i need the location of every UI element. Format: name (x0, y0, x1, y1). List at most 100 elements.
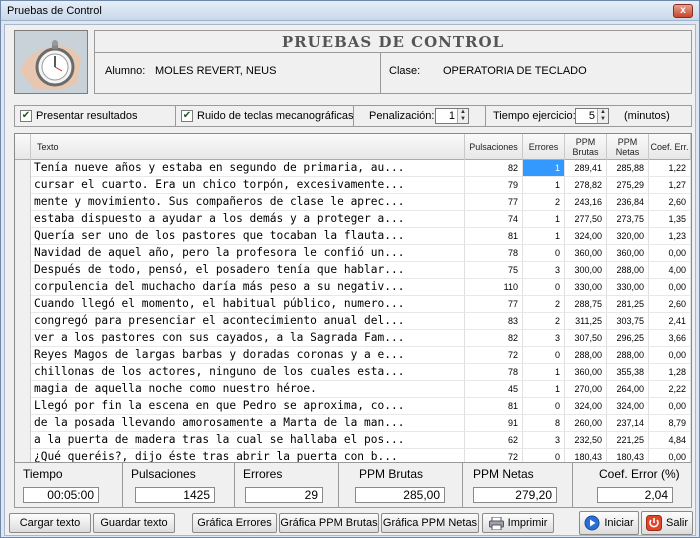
table-row[interactable]: congregó para presenciar el acontecimien… (31, 313, 691, 330)
chart-net-button[interactable]: Gráfica PPM Netas (381, 513, 479, 533)
table-cell[interactable]: chillonas de los actores, ninguno de los… (31, 364, 465, 381)
table-cell[interactable]: 285,88 (607, 160, 649, 177)
table-cell[interactable]: 3 (523, 262, 565, 279)
table-cell[interactable]: 288,75 (565, 296, 607, 313)
table-cell[interactable]: 1,27 (649, 177, 691, 194)
table-cell[interactable]: 83 (465, 313, 523, 330)
exit-button[interactable]: Salir (641, 511, 693, 535)
table-cell[interactable]: 75 (465, 262, 523, 279)
table-cell[interactable]: 77 (465, 296, 523, 313)
table-cell[interactable]: 45 (465, 381, 523, 398)
table-cell[interactable]: ver a los pastores con sus cayados, a la… (31, 330, 465, 347)
penalty-spinner[interactable]: 1 ▲ ▼ (435, 108, 469, 124)
table-row[interactable]: Cuando llegó el momento, el habitual púb… (31, 296, 691, 313)
load-text-button[interactable]: Cargar texto (9, 513, 91, 533)
table-cell[interactable]: 289,41 (565, 160, 607, 177)
table-cell[interactable]: 232,50 (565, 432, 607, 449)
table-cell[interactable]: 360,00 (565, 245, 607, 262)
table-row[interactable]: magia de aquella noche como nuestro héro… (31, 381, 691, 398)
col-header-text[interactable]: Texto (31, 134, 465, 160)
start-button[interactable]: Iniciar (579, 511, 639, 535)
table-cell[interactable]: 74 (465, 211, 523, 228)
time-spinner[interactable]: 5 ▲ ▼ (575, 108, 609, 124)
table-cell[interactable]: 1 (523, 364, 565, 381)
table-row[interactable]: Después de todo, pensó, el posadero tení… (31, 262, 691, 279)
table-cell[interactable]: 2,60 (649, 296, 691, 313)
table-cell[interactable]: 81 (465, 398, 523, 415)
table-row[interactable]: cursar el cuarto. Era un chico torpón, e… (31, 177, 691, 194)
table-cell[interactable]: Reyes Magos de largas barbas y doradas c… (31, 347, 465, 364)
table-cell[interactable]: 1 (523, 177, 565, 194)
table-cell[interactable]: 264,00 (607, 381, 649, 398)
col-header-errors[interactable]: Errores (523, 134, 565, 160)
table-row[interactable]: Reyes Magos de largas barbas y doradas c… (31, 347, 691, 364)
table-row[interactable]: corpulencia del muchacho daría más peso … (31, 279, 691, 296)
table-cell[interactable]: 237,14 (607, 415, 649, 432)
table-cell[interactable]: 0,00 (649, 347, 691, 364)
table-row[interactable]: mente y movimiento. Sus compañeros de cl… (31, 194, 691, 211)
table-cell[interactable]: 0,00 (649, 279, 691, 296)
title-bar[interactable]: Pruebas de Control x (1, 1, 699, 21)
table-row[interactable]: estaba dispuesto a ayudar a los demás y … (31, 211, 691, 228)
table-row[interactable]: Tenía nueve años y estaba en segundo de … (31, 160, 691, 177)
table-cell[interactable]: 296,25 (607, 330, 649, 347)
table-cell[interactable]: 82 (465, 330, 523, 347)
table-cell[interactable]: 360,00 (607, 245, 649, 262)
col-header-keystrokes[interactable]: Pulsaciones (465, 134, 523, 160)
table-cell[interactable]: 1 (523, 160, 565, 177)
table-cell[interactable]: 320,00 (607, 228, 649, 245)
show-results-checkbox[interactable]: ✔ (20, 110, 32, 122)
table-row[interactable]: chillonas de los actores, ninguno de los… (31, 364, 691, 381)
table-cell[interactable]: Llegó por fin la escena en que Pedro se … (31, 398, 465, 415)
results-table[interactable]: Texto Pulsaciones Errores PPM Brutas PPM… (14, 133, 692, 477)
col-header-net[interactable]: PPM Netas (607, 134, 649, 160)
table-cell[interactable]: 81 (465, 228, 523, 245)
table-cell[interactable]: 288,00 (607, 347, 649, 364)
table-cell[interactable]: 72 (465, 347, 523, 364)
key-noise-checkbox[interactable]: ✔ (181, 110, 193, 122)
chart-gross-button[interactable]: Gráfica PPM Brutas (279, 513, 379, 533)
table-cell[interactable]: 1 (523, 381, 565, 398)
table-cell[interactable]: 78 (465, 245, 523, 262)
table-cell[interactable]: 330,00 (565, 279, 607, 296)
table-cell[interactable]: 2 (523, 296, 565, 313)
table-cell[interactable]: 288,00 (607, 262, 649, 279)
table-cell[interactable]: 4,84 (649, 432, 691, 449)
table-cell[interactable]: 278,82 (565, 177, 607, 194)
table-cell[interactable]: 281,25 (607, 296, 649, 313)
table-cell[interactable]: 0,00 (649, 245, 691, 262)
table-cell[interactable]: 324,00 (565, 398, 607, 415)
chart-errors-button[interactable]: Gráfica Errores (192, 513, 277, 533)
table-row[interactable]: Llegó por fin la escena en que Pedro se … (31, 398, 691, 415)
table-cell[interactable]: 243,16 (565, 194, 607, 211)
table-cell[interactable]: Tenía nueve años y estaba en segundo de … (31, 160, 465, 177)
table-cell[interactable]: 300,00 (565, 262, 607, 279)
table-cell[interactable]: a la puerta de madera tras la cual se ha… (31, 432, 465, 449)
table-cell[interactable]: 307,50 (565, 330, 607, 347)
table-cell[interactable]: magia de aquella noche como nuestro héro… (31, 381, 465, 398)
table-cell[interactable]: 2,60 (649, 194, 691, 211)
table-cell[interactable]: 3 (523, 330, 565, 347)
table-row[interactable]: Navidad de aquel año, pero la profesora … (31, 245, 691, 262)
table-cell[interactable]: 8 (523, 415, 565, 432)
table-cell[interactable]: mente y movimiento. Sus compañeros de cl… (31, 194, 465, 211)
window-close-button[interactable]: x (673, 4, 693, 18)
table-cell[interactable]: estaba dispuesto a ayudar a los demás y … (31, 211, 465, 228)
table-cell[interactable]: 2 (523, 194, 565, 211)
table-cell[interactable]: 62 (465, 432, 523, 449)
table-cell[interactable]: 79 (465, 177, 523, 194)
table-cell[interactable]: 78 (465, 364, 523, 381)
table-cell[interactable]: 270,00 (565, 381, 607, 398)
table-cell[interactable]: 1,23 (649, 228, 691, 245)
table-cell[interactable]: 360,00 (565, 364, 607, 381)
table-cell[interactable]: 91 (465, 415, 523, 432)
table-cell[interactable]: 1,22 (649, 160, 691, 177)
table-cell[interactable]: corpulencia del muchacho daría más peso … (31, 279, 465, 296)
table-cell[interactable]: 355,38 (607, 364, 649, 381)
table-cell[interactable]: congregó para presenciar el acontecimien… (31, 313, 465, 330)
table-cell[interactable]: 3,66 (649, 330, 691, 347)
table-cell[interactable]: 2 (523, 313, 565, 330)
table-row[interactable]: a la puerta de madera tras la cual se ha… (31, 432, 691, 449)
table-cell[interactable]: 8,79 (649, 415, 691, 432)
table-row[interactable]: ver a los pastores con sus cayados, a la… (31, 330, 691, 347)
